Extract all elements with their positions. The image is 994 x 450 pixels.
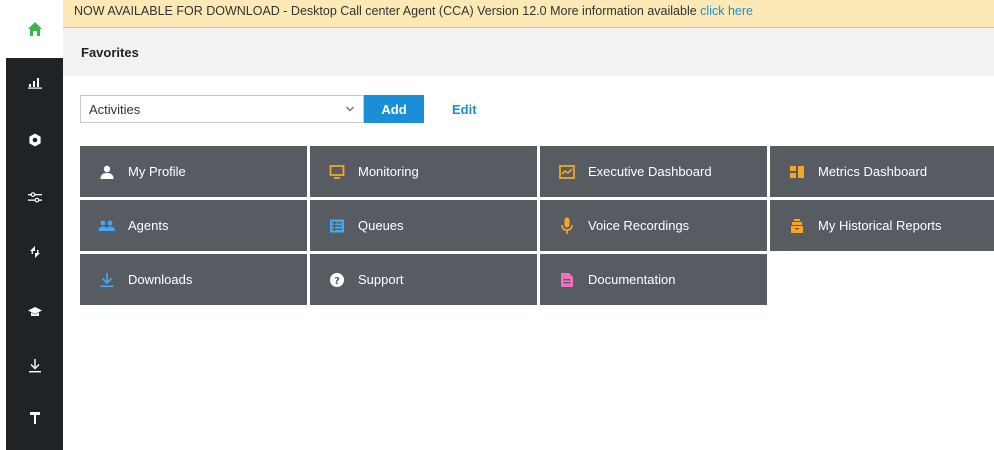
gear-icon: [28, 133, 41, 147]
sidebar-item-reports[interactable]: [6, 66, 63, 98]
monitor-icon: [327, 162, 347, 182]
tile-agents[interactable]: Agents: [80, 200, 307, 251]
document-icon: [557, 270, 577, 290]
sliders-icon: [27, 192, 42, 203]
tile-monitoring[interactable]: Monitoring: [310, 146, 537, 197]
sidebar-item-settings[interactable]: [6, 124, 63, 156]
hammer-icon: [29, 412, 40, 424]
svg-text:?: ?: [334, 276, 340, 287]
edit-link[interactable]: Edit: [452, 102, 477, 117]
sidebar-item-training[interactable]: [6, 296, 63, 328]
home-icon: [27, 22, 42, 36]
tile-my-historical-reports[interactable]: My Historical Reports: [770, 200, 994, 251]
tile-queues[interactable]: Queues: [310, 200, 537, 251]
tile-label: Queues: [358, 218, 404, 233]
bar-chart-icon: [27, 78, 42, 89]
tile-my-profile[interactable]: My Profile: [80, 146, 307, 197]
user-icon: [97, 162, 117, 182]
tile-label: Executive Dashboard: [588, 164, 712, 179]
tile-label: My Historical Reports: [818, 218, 942, 233]
microphone-icon: [557, 216, 577, 236]
tile-label: Documentation: [588, 272, 676, 287]
tile-label: My Profile: [128, 164, 186, 179]
list-icon: [327, 216, 347, 236]
tile-support[interactable]: ? Support: [310, 254, 537, 305]
graduation-cap-icon: [27, 307, 42, 316]
add-button[interactable]: Add: [364, 95, 424, 123]
page-title: Favorites: [81, 45, 139, 60]
tile-label: Agents: [128, 218, 169, 233]
chevron-down-icon: [346, 106, 354, 112]
download-icon: [97, 270, 117, 290]
favorites-header: Favorites: [63, 28, 994, 76]
tile-executive-dashboard[interactable]: Executive Dashboard: [540, 146, 767, 197]
sidebar-item-tools[interactable]: [6, 402, 63, 434]
banner-link[interactable]: click here: [700, 4, 753, 18]
agents-icon: [97, 216, 117, 236]
select-value: Activities: [89, 102, 141, 117]
tile-label: Voice Recordings: [588, 218, 690, 233]
banner-text: NOW AVAILABLE FOR DOWNLOAD - Desktop Cal…: [74, 4, 701, 18]
dashboard-icon: [787, 162, 807, 182]
tile-downloads[interactable]: Downloads: [80, 254, 307, 305]
tile-voice-recordings[interactable]: Voice Recordings: [540, 200, 767, 251]
tile-label: Support: [358, 272, 404, 287]
archive-icon: [787, 216, 807, 236]
help-icon: ?: [327, 270, 347, 290]
sidebar-item-downloads[interactable]: [6, 350, 63, 382]
chart-icon: [557, 162, 577, 182]
tile-label: Monitoring: [358, 164, 419, 179]
sidebar-item-transfer[interactable]: [6, 236, 63, 268]
sidebar-item-configuration[interactable]: [6, 181, 63, 213]
tile-metrics-dashboard[interactable]: Metrics Dashboard: [770, 146, 994, 197]
activities-select[interactable]: Activities: [80, 95, 364, 123]
announcement-banner: NOW AVAILABLE FOR DOWNLOAD - Desktop Cal…: [63, 0, 994, 28]
download-icon: [28, 359, 41, 373]
tile-label: Downloads: [128, 272, 193, 287]
tile-documentation[interactable]: Documentation: [540, 254, 767, 305]
arrows-icon: [29, 246, 40, 258]
tile-label: Metrics Dashboard: [818, 164, 928, 179]
sidebar-item-home[interactable]: [6, 0, 63, 58]
sidebar: [6, 0, 63, 450]
